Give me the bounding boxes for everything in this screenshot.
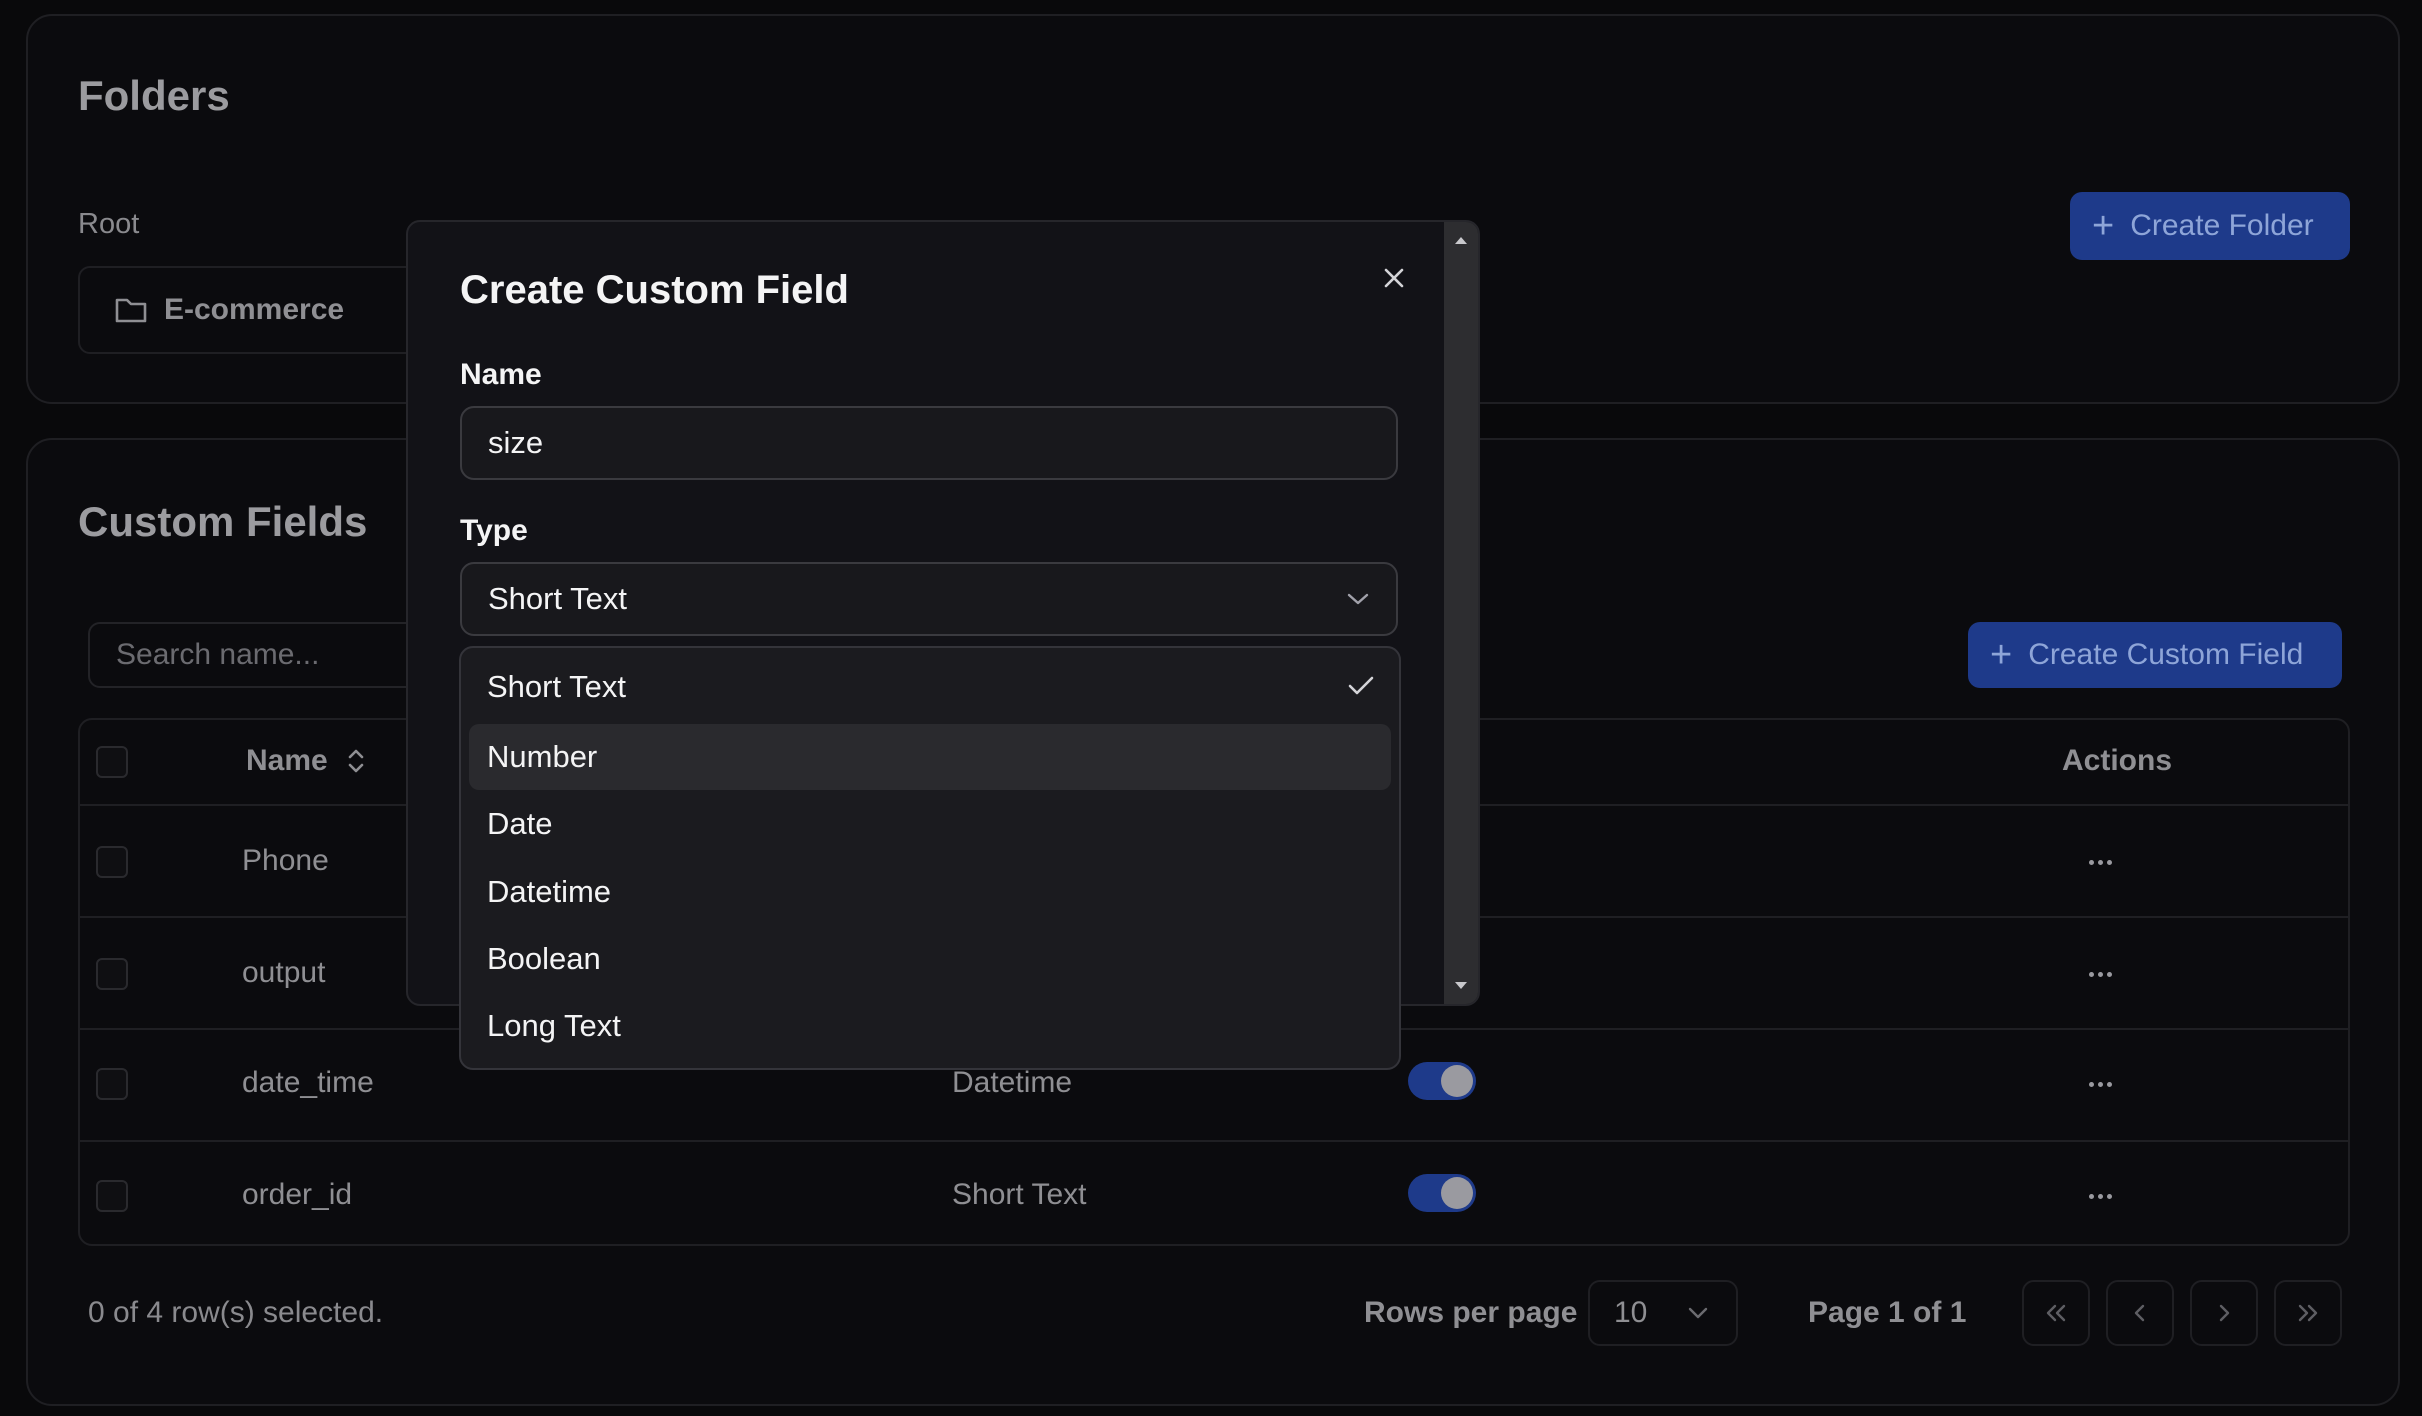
select-all-checkbox[interactable]	[96, 746, 128, 778]
chevrons-left-icon	[2046, 1304, 2066, 1322]
rows-per-page-select[interactable]: 10	[1588, 1280, 1738, 1346]
type-option-date[interactable]: Date	[469, 791, 1391, 857]
create-custom-field-label: Create Custom Field	[2028, 638, 2304, 671]
scroll-up-icon[interactable]	[1444, 226, 1478, 256]
field-name: Phone	[242, 844, 329, 877]
chevron-right-icon	[2219, 1304, 2230, 1322]
row-actions-icon[interactable]	[2080, 842, 2120, 882]
name-input[interactable]	[460, 406, 1398, 480]
selection-count: 0 of 4 row(s) selected.	[88, 1296, 384, 1329]
first-page-button[interactable]	[2022, 1280, 2090, 1346]
type-label: Type	[460, 514, 528, 547]
dialog-scrollbar[interactable]	[1444, 222, 1478, 1004]
chevron-left-icon	[2134, 1304, 2145, 1322]
folder-icon	[114, 295, 148, 325]
type-select-value: Short Text	[488, 581, 628, 616]
create-custom-field-button[interactable]: + Create Custom Field	[1968, 622, 2342, 688]
chevron-down-icon	[1346, 592, 1370, 606]
previous-page-button[interactable]	[2106, 1280, 2174, 1346]
rows-per-page-value: 10	[1614, 1296, 1648, 1329]
name-label: Name	[460, 358, 542, 391]
field-name: date_time	[242, 1066, 374, 1099]
plus-icon: +	[2092, 205, 2115, 247]
page-info: Page 1 of 1	[1808, 1296, 1967, 1329]
breadcrumb[interactable]: Root	[78, 208, 139, 241]
option-label: Boolean	[487, 941, 601, 976]
name-column-header[interactable]: Name	[246, 744, 366, 778]
dialog-title: Create Custom Field	[460, 268, 849, 312]
check-icon	[1347, 674, 1375, 698]
option-label: Date	[487, 806, 553, 841]
plus-icon: +	[1990, 634, 2013, 676]
field-name: output	[242, 956, 326, 989]
row-actions-icon[interactable]	[2080, 954, 2120, 994]
chevrons-right-icon	[2298, 1304, 2318, 1322]
folder-label: E-commerce	[164, 293, 345, 326]
table-row: order_id Short Text	[80, 1140, 2348, 1244]
type-option-short-text[interactable]: Short Text	[469, 654, 1391, 720]
type-option-long-text[interactable]: Long Text	[469, 993, 1391, 1059]
option-label: Number	[487, 739, 598, 774]
scroll-down-icon[interactable]	[1444, 970, 1478, 1000]
create-folder-button[interactable]: + Create Folder	[2070, 192, 2350, 260]
enabled-toggle[interactable]	[1408, 1174, 1476, 1212]
type-option-number[interactable]: Number	[469, 724, 1391, 790]
option-label: Datetime	[487, 874, 612, 909]
type-options-list: Short Text Number Date Datetime Boolean …	[459, 646, 1401, 1070]
row-checkbox[interactable]	[96, 846, 128, 878]
last-page-button[interactable]	[2274, 1280, 2342, 1346]
name-header-label: Name	[246, 744, 328, 777]
type-select[interactable]: Short Text	[460, 562, 1398, 636]
field-name: order_id	[242, 1178, 353, 1211]
create-folder-label: Create Folder	[2130, 209, 2314, 242]
field-type: Datetime	[952, 1066, 1073, 1099]
sort-icon	[346, 746, 366, 776]
row-actions-icon[interactable]	[2080, 1176, 2120, 1216]
row-checkbox[interactable]	[96, 1068, 128, 1100]
type-option-boolean[interactable]: Boolean	[469, 926, 1391, 992]
row-checkbox[interactable]	[96, 1180, 128, 1212]
enabled-toggle[interactable]	[1408, 1062, 1476, 1100]
chevron-down-icon	[1687, 1306, 1709, 1320]
rows-per-page-label: Rows per page	[1364, 1296, 1578, 1329]
close-icon[interactable]	[1374, 258, 1414, 298]
folders-title: Folders	[78, 72, 230, 119]
option-label: Long Text	[487, 1008, 621, 1043]
row-checkbox[interactable]	[96, 958, 128, 990]
next-page-button[interactable]	[2190, 1280, 2258, 1346]
type-option-datetime[interactable]: Datetime	[469, 859, 1391, 925]
actions-column-header: Actions	[2062, 744, 2173, 777]
row-actions-icon[interactable]	[2080, 1064, 2120, 1104]
custom-fields-title: Custom Fields	[78, 498, 368, 545]
field-type: Short Text	[952, 1178, 1087, 1211]
option-label: Short Text	[487, 669, 627, 704]
